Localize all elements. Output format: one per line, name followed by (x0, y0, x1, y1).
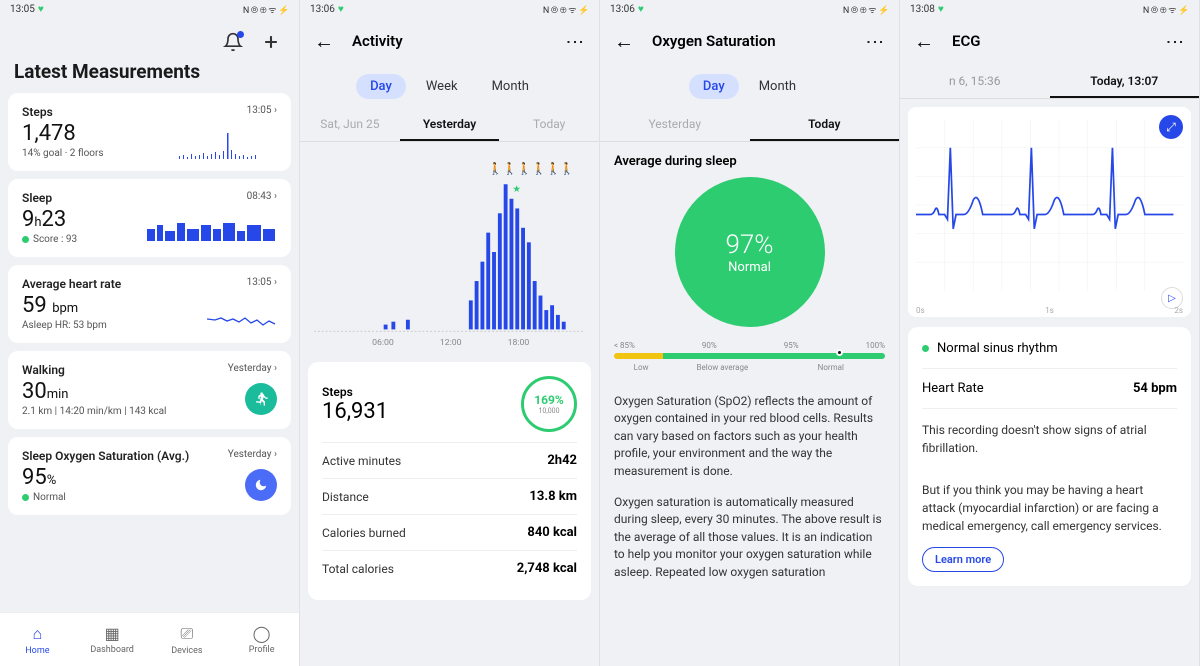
seg-day[interactable]: Day (689, 74, 739, 99)
sleep-label: Sleep (22, 191, 277, 205)
tab-prev[interactable]: n 6, 15:36 (900, 64, 1050, 98)
seg-month[interactable]: Month (745, 74, 810, 99)
svg-text:12:00: 12:00 (440, 338, 462, 348)
status-bar: 13:06♥ N ⦾ ⊕ ᯤ ⚡ (300, 0, 599, 18)
avg-label: Average during sleep (614, 142, 885, 177)
stat-distance: Distance13.8 km (322, 479, 577, 515)
nav-devices[interactable]: ⎚Devices (150, 613, 225, 666)
status-bar: 13:05♥ N ⦾ ⊕ ᯤ ⚡ (0, 0, 299, 18)
menu-icon[interactable]: ⋮ (1164, 33, 1185, 49)
profile-icon: ◯ (253, 624, 271, 643)
spo2-value: 95% (22, 465, 277, 490)
heart-rate-card[interactable]: Average heart rate 13:05 59 bpm Asleep H… (8, 265, 291, 343)
back-button[interactable]: ← (914, 29, 934, 54)
period-segment: Day Week Month (300, 64, 599, 109)
spo2-status: Normal (22, 492, 277, 503)
card-timestamp: Yesterday (228, 363, 277, 374)
period-segment: Day Month (600, 64, 899, 109)
tab-today[interactable]: Today, 13:07 (1050, 64, 1200, 98)
goal-ring: 169% 10,000 (521, 376, 577, 432)
spo2-description-1: Oxygen Saturation (SpO2) reflects the am… (614, 393, 885, 480)
home-screen: 13:05♥ N ⦾ ⊕ ᯤ ⚡ Latest Measurements Ste… (0, 0, 300, 666)
dashboard-icon: ▦ (105, 624, 120, 643)
status-bar: 13:08♥ N ⦾ ⊕ ᯤ ⚡ (900, 0, 1199, 18)
plus-icon[interactable] (261, 32, 281, 52)
moon-icon (245, 469, 277, 501)
recording-tabs: n 6, 15:36 Today, 13:07 (900, 64, 1199, 99)
sleep-chart (147, 221, 277, 245)
page-title: ECG (952, 32, 1146, 50)
tab-yesterday[interactable]: Yesterday (600, 109, 750, 141)
page-title: Oxygen Saturation (652, 32, 846, 50)
svg-text:🚶: 🚶 (560, 162, 574, 176)
back-button[interactable]: ← (614, 29, 634, 54)
expand-icon[interactable]: ⤢ (1159, 115, 1183, 139)
steps-label: Steps (322, 385, 388, 399)
spo2-scale: < 85%90%95%100% LowBelow averageNormal (614, 341, 885, 379)
activity-chart: 🚶🚶🚶🚶🚶🚶 ★ 06:00 12:00 18:00 (300, 142, 599, 352)
date-tabs: Sat, Jun 25 Yesterday Today (300, 109, 599, 142)
ecg-note-1: This recording doesn't show signs of atr… (922, 409, 1177, 469)
back-button[interactable]: ← (314, 29, 334, 54)
hr-sparkline (207, 311, 277, 331)
ecg-note-2: But if you think you may be having a hea… (922, 469, 1177, 547)
date-tabs: Yesterday Today (600, 109, 899, 142)
card-timestamp: 08:43 (247, 191, 277, 202)
devices-icon: ⎚ (180, 624, 193, 644)
walking-value: 30min (22, 379, 277, 404)
steps-sparkline (177, 131, 277, 159)
steps-label: Steps (22, 105, 277, 119)
walking-sub: 2.1 km | 14:20 min/km | 143 kcal (22, 406, 277, 417)
page-title: Activity (352, 32, 546, 50)
ecg-time-axis: 0s1s2s (916, 306, 1183, 315)
rhythm-status: Normal sinus rhythm (922, 341, 1177, 369)
walking-card[interactable]: Walking Yesterday 30min 2.1 km | 14:20 m… (8, 351, 291, 429)
svg-text:06:00: 06:00 (372, 338, 394, 348)
tab-today[interactable]: Today (750, 109, 900, 141)
menu-icon[interactable]: ⋮ (564, 33, 585, 49)
activity-stats: Steps 16,931 169% 10,000 Active minutes2… (308, 362, 591, 600)
seg-month[interactable]: Month (478, 74, 543, 99)
status-bar: 13:06♥ N ⦾ ⊕ ᯤ ⚡ (600, 0, 899, 18)
tab-yesterday[interactable]: Yesterday (400, 109, 500, 141)
ecg-chart: ⤢ ▷ 0s1s2s (908, 107, 1191, 317)
activity-screen: 13:06♥ N ⦾ ⊕ ᯤ ⚡ ← Activity ⋮ Day Week M… (300, 0, 600, 666)
scale-marker (836, 349, 843, 356)
learn-more-button[interactable]: Learn more (922, 547, 1004, 572)
spo2-screen: 13:06♥ N ⦾ ⊕ ᯤ ⚡ ← Oxygen Saturation ⋮ D… (600, 0, 900, 666)
sleep-card[interactable]: Sleep 08:43 9h23 Score : 93 (8, 179, 291, 257)
nav-dashboard[interactable]: ▦Dashboard (75, 613, 150, 666)
bell-icon[interactable] (223, 32, 243, 52)
menu-icon[interactable]: ⋮ (864, 33, 885, 49)
nav-profile[interactable]: ◯Profile (224, 613, 299, 666)
seg-week[interactable]: Week (412, 74, 472, 99)
svg-text:🚶🚶🚶🚶🚶: 🚶🚶🚶🚶🚶 (488, 162, 560, 176)
heart-icon: ♥ (38, 4, 44, 15)
stat-total-calories: Total calories2,748 kcal (322, 551, 577, 586)
svg-text:★: ★ (512, 184, 521, 195)
ecg-heart-rate: Heart Rate54 bpm (922, 369, 1177, 409)
bottom-nav: ⌂Home ▦Dashboard ⎚Devices ◯Profile (0, 612, 299, 666)
home-icon: ⌂ (33, 624, 43, 644)
spo2-description-2: Oxygen saturation is automatically measu… (614, 494, 885, 581)
stat-calories: Calories burned840 kcal (322, 515, 577, 551)
nav-home[interactable]: ⌂Home (0, 613, 75, 666)
svg-text:18:00: 18:00 (508, 338, 530, 348)
walking-icon (245, 383, 277, 415)
ecg-screen: 13:08♥ N ⦾ ⊕ ᯤ ⚡ ← ECG ⋮ n 6, 15:36 Toda… (900, 0, 1200, 666)
hr-label: Average heart rate (22, 277, 277, 291)
steps-card[interactable]: Steps 13:05 1,478 14% goal · 2 floors (8, 93, 291, 171)
card-timestamp: Yesterday (228, 449, 277, 460)
steps-total: 16,931 (322, 399, 388, 424)
stat-active-minutes: Active minutes2h42 (322, 443, 577, 479)
card-timestamp: 13:05 (247, 277, 277, 288)
spo2-gauge: 97% Normal (675, 177, 825, 327)
ecg-result-card: Normal sinus rhythm Heart Rate54 bpm Thi… (908, 327, 1191, 586)
seg-day[interactable]: Day (356, 74, 406, 99)
tab-today[interactable]: Today (499, 109, 599, 141)
spo2-card[interactable]: Sleep Oxygen Saturation (Avg.) Yesterday… (8, 437, 291, 515)
card-timestamp: 13:05 (247, 105, 277, 116)
page-title: Latest Measurements (0, 60, 299, 93)
tab-prev[interactable]: Sat, Jun 25 (300, 109, 400, 141)
